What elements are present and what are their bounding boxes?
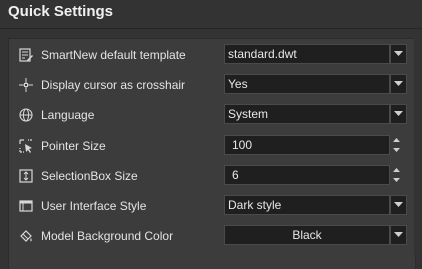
setting-label: Language	[41, 108, 95, 122]
pointer-size-icon	[18, 138, 34, 154]
chevron-down-icon	[393, 178, 400, 182]
selectionbox-size-spinner	[390, 165, 403, 185]
panel-title: Quick Settings	[8, 3, 114, 20]
pointer-size-spinner	[390, 135, 403, 155]
chevron-down-icon	[394, 232, 403, 237]
decrement-button[interactable]	[390, 175, 403, 185]
chevron-down-icon	[394, 111, 403, 116]
setting-row-language: Language System	[9, 100, 415, 130]
setting-label: User Interface Style	[41, 199, 147, 213]
select-value: System	[228, 107, 269, 121]
setting-label: SelectionBox Size	[41, 169, 138, 183]
setting-label: SmartNew default template	[41, 48, 186, 62]
select-value: standard.dwt	[228, 47, 297, 61]
window-style-icon	[18, 198, 34, 214]
default-template-dropdown-button[interactable]	[390, 44, 407, 64]
ui-style-dropdown-button[interactable]	[390, 195, 407, 215]
input-value: 6	[232, 168, 239, 182]
input-value: 100	[232, 138, 253, 152]
pointer-size-input[interactable]: 100	[224, 135, 390, 155]
chevron-down-icon	[393, 148, 400, 152]
default-template-select[interactable]: standard.dwt	[224, 44, 390, 64]
setting-row-ui-style: User Interface Style Dark style	[9, 191, 415, 221]
select-value: Dark style	[228, 198, 282, 212]
select-value: Black	[292, 228, 322, 242]
template-icon	[18, 47, 34, 63]
selection-box-icon	[18, 168, 34, 184]
background-color-dropdown-button[interactable]	[390, 225, 407, 245]
setting-label: Display cursor as crosshair	[41, 78, 186, 92]
settings-panel: SmartNew default template standard.dwt D…	[8, 38, 416, 269]
background-color-select[interactable]: Black	[224, 225, 390, 245]
setting-row-background-color: Model Background Color Black	[9, 221, 415, 251]
chevron-up-icon	[393, 168, 400, 172]
crosshair-select[interactable]: Yes	[224, 74, 390, 94]
setting-row-selectionbox-size: SelectionBox Size 6	[9, 161, 415, 191]
crosshair-icon	[18, 77, 34, 93]
selectionbox-size-input[interactable]: 6	[224, 165, 390, 185]
chevron-down-icon	[394, 202, 403, 207]
scrollbar[interactable]	[414, 38, 422, 255]
chevron-down-icon	[394, 81, 403, 86]
setting-row-pointer-size: Pointer Size 100	[9, 131, 415, 161]
title-divider	[0, 28, 422, 29]
setting-row-crosshair: Display cursor as crosshair Yes	[9, 70, 415, 100]
language-select[interactable]: System	[224, 104, 390, 124]
setting-label: Model Background Color	[41, 229, 174, 243]
paint-bucket-icon	[18, 228, 34, 244]
setting-row-default-template: SmartNew default template standard.dwt	[9, 40, 415, 70]
chevron-down-icon	[394, 51, 403, 56]
chevron-up-icon	[393, 138, 400, 142]
increment-button[interactable]	[390, 135, 403, 145]
ui-style-select[interactable]: Dark style	[224, 195, 390, 215]
globe-icon	[18, 107, 34, 123]
decrement-button[interactable]	[390, 145, 403, 155]
language-dropdown-button[interactable]	[390, 104, 407, 124]
setting-label: Pointer Size	[41, 139, 106, 153]
select-value: Yes	[228, 77, 248, 91]
crosshair-dropdown-button[interactable]	[390, 74, 407, 94]
increment-button[interactable]	[390, 165, 403, 175]
